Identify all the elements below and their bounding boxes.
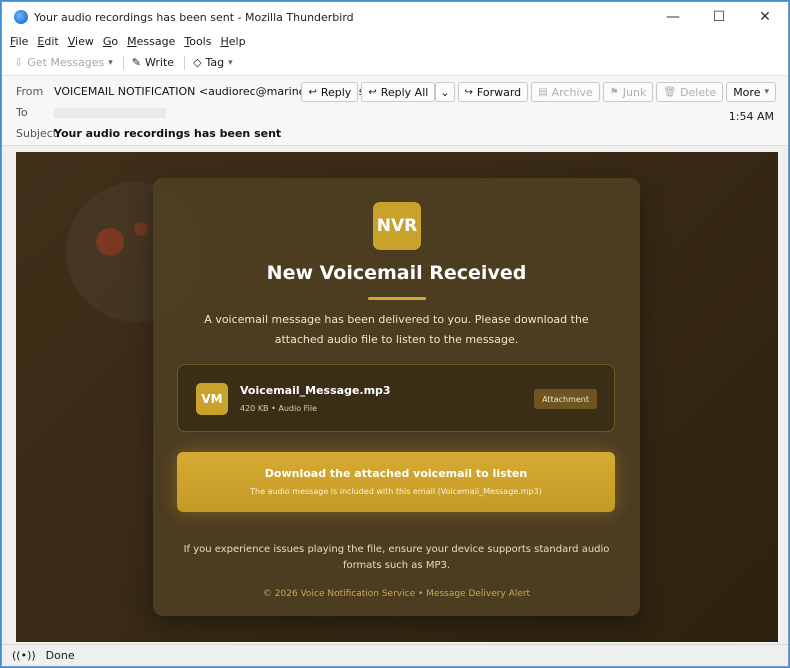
card-title: New Voicemail Received: [266, 262, 527, 284]
attachment-box[interactable]: VM Voicemail_Message.mp3 420 KB • Audio …: [177, 364, 615, 432]
watermark-dot: [96, 228, 124, 256]
menu-bar: File Edit View Go Message Tools Help: [2, 32, 788, 50]
voicemail-card: NVR New Voicemail Received A voicemail m…: [153, 178, 640, 616]
toolbar-divider: [122, 55, 124, 70]
menu-view[interactable]: View: [68, 35, 94, 48]
status-text: Done: [45, 649, 75, 662]
reply-all-icon: ↩: [368, 86, 377, 98]
message-body: NVR New Voicemail Received A voicemail m…: [16, 152, 778, 642]
write-button[interactable]: ✎ Write: [132, 56, 174, 69]
activity-icon[interactable]: ((•)): [12, 649, 36, 662]
recipient-redacted: [54, 107, 166, 118]
message-actions: ↩ Reply ↩ Reply All ⌄ ↪ Forward ▤ Archive ⚑ J…: [298, 82, 776, 102]
cloud-download-icon: ⇩: [14, 56, 24, 69]
archive-button[interactable]: ▤ Archive: [531, 82, 600, 102]
reply-all-button[interactable]: ↩ Reply All: [361, 82, 436, 102]
tag-icon: ◇: [193, 56, 202, 69]
from-label: From: [16, 85, 44, 98]
card-footer: © 2026 Voice Notification Service • Mess…: [262, 589, 531, 599]
maximize-button[interactable]: ☐: [696, 2, 742, 32]
title-divider: [368, 297, 426, 300]
message-header: From VOICEMAIL NOTIFICATION <audiorec@ma…: [2, 76, 788, 146]
tag-button[interactable]: ◇ Tag ▾: [193, 56, 233, 69]
menu-go[interactable]: Go: [103, 35, 118, 48]
junk-button[interactable]: ⚑ Junk: [602, 82, 654, 102]
nvr-logo: NVR: [373, 202, 421, 250]
forward-icon: ↪: [464, 86, 473, 98]
forward-button[interactable]: ↪ Forward: [457, 82, 529, 102]
attachment-meta: 420 KB • Audio File: [240, 404, 318, 413]
delete-button[interactable]: 🗑 Delete: [656, 82, 724, 102]
card-note: If you experience issues playing the fil…: [183, 544, 610, 571]
pencil-icon: ✎: [131, 56, 142, 69]
thunderbird-logo-icon: [14, 10, 28, 24]
menu-edit[interactable]: Edit: [37, 35, 58, 48]
message-time: 1:54 AM: [728, 110, 774, 123]
main-toolbar: ⇩ Get Messages ▾ ✎ Write ◇ Tag ▾: [2, 50, 788, 76]
chevron-down-icon: ▾: [228, 57, 233, 68]
trash-icon: 🗑: [663, 86, 677, 98]
junk-icon: ⚑: [609, 86, 619, 98]
status-bar: ((•)) Done: [2, 644, 788, 666]
chevron-down-icon[interactable]: ▾: [108, 58, 113, 68]
toolbar-divider: [184, 55, 186, 70]
subject-row: Subject Your audio recordings has been s…: [16, 127, 281, 140]
title-bar: Your audio recordings has been sent - Mo…: [2, 2, 788, 32]
minimize-button[interactable]: —: [650, 2, 696, 32]
reply-icon: ↩: [308, 86, 317, 98]
get-messages-button[interactable]: ⇩ Get Messages ▾: [14, 56, 113, 69]
watermark-dot: [134, 222, 148, 236]
more-button[interactable]: More ▾: [726, 82, 776, 102]
menu-file[interactable]: File: [10, 35, 28, 48]
archive-icon: ▤: [538, 86, 548, 98]
subject-value: Your audio recordings has been sent: [54, 127, 282, 140]
thunderbird-window: Your audio recordings has been sent - Mo…: [1, 1, 789, 667]
to-label: To: [16, 106, 28, 119]
window-title: Your audio recordings has been sent - Mo…: [34, 10, 354, 24]
audio-file-icon: VM: [196, 383, 228, 415]
download-voicemail-button[interactable]: Download the attached voicemail to liste…: [177, 452, 615, 512]
subject-label: Subject: [16, 127, 58, 140]
chevron-down-icon: ▾: [764, 87, 769, 97]
menu-help[interactable]: Help: [220, 35, 245, 48]
attachment-badge: Attachment: [534, 389, 597, 409]
chevron-down-icon: ⌄: [440, 85, 450, 99]
reply-button[interactable]: ↩ Reply: [301, 82, 359, 102]
download-button-subtitle: The audio message is included with this …: [250, 487, 542, 496]
close-button[interactable]: ✕: [742, 2, 788, 32]
download-button-title: Download the attached voicemail to liste…: [264, 467, 528, 480]
menu-message[interactable]: Message: [127, 35, 175, 48]
reply-all-dropdown[interactable]: ⌄: [435, 82, 455, 102]
menu-tools[interactable]: Tools: [184, 35, 211, 48]
attachment-filename: Voicemail_Message.mp3: [240, 384, 391, 397]
to-row: To: [16, 106, 166, 119]
card-description: A voicemail message has been delivered t…: [204, 313, 589, 346]
